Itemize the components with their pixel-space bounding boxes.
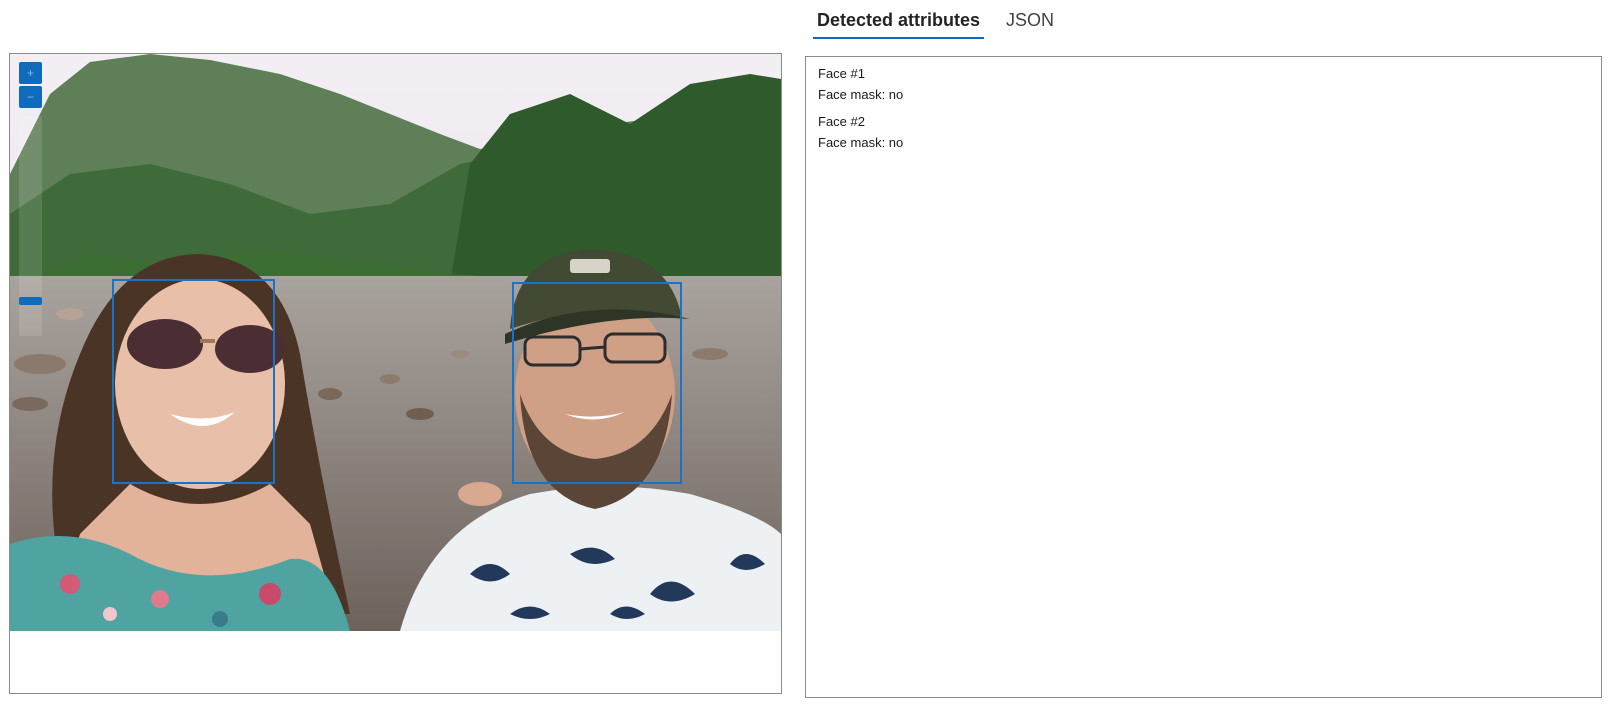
- face-bounding-box-1: [112, 279, 275, 484]
- detected-attributes-panel: Face #1 Face mask: no Face #2 Face mask:…: [805, 56, 1602, 698]
- face-entry-2: Face #2 Face mask: no: [818, 111, 1589, 153]
- face-title: Face #2: [818, 114, 865, 129]
- tab-detected-attributes[interactable]: Detected attributes: [813, 0, 985, 40]
- zoom-slider-thumb[interactable]: [19, 297, 42, 305]
- face-title: Face #1: [818, 66, 865, 81]
- image-viewer: + −: [9, 53, 782, 694]
- zoom-controls: + −: [19, 62, 42, 108]
- face-entry-1: Face #1 Face mask: no: [818, 63, 1589, 105]
- minus-icon: −: [26, 90, 34, 104]
- face-attribute: Face mask: no: [818, 135, 904, 150]
- zoom-out-button[interactable]: −: [19, 86, 42, 108]
- face-bounding-box-2: [512, 282, 682, 484]
- tab-json[interactable]: JSON: [1002, 0, 1058, 40]
- plus-icon: +: [26, 66, 34, 80]
- face-attribute: Face mask: no: [818, 87, 904, 102]
- result-tabs: Detected attributes JSON: [813, 0, 1076, 40]
- zoom-in-button[interactable]: +: [19, 62, 42, 84]
